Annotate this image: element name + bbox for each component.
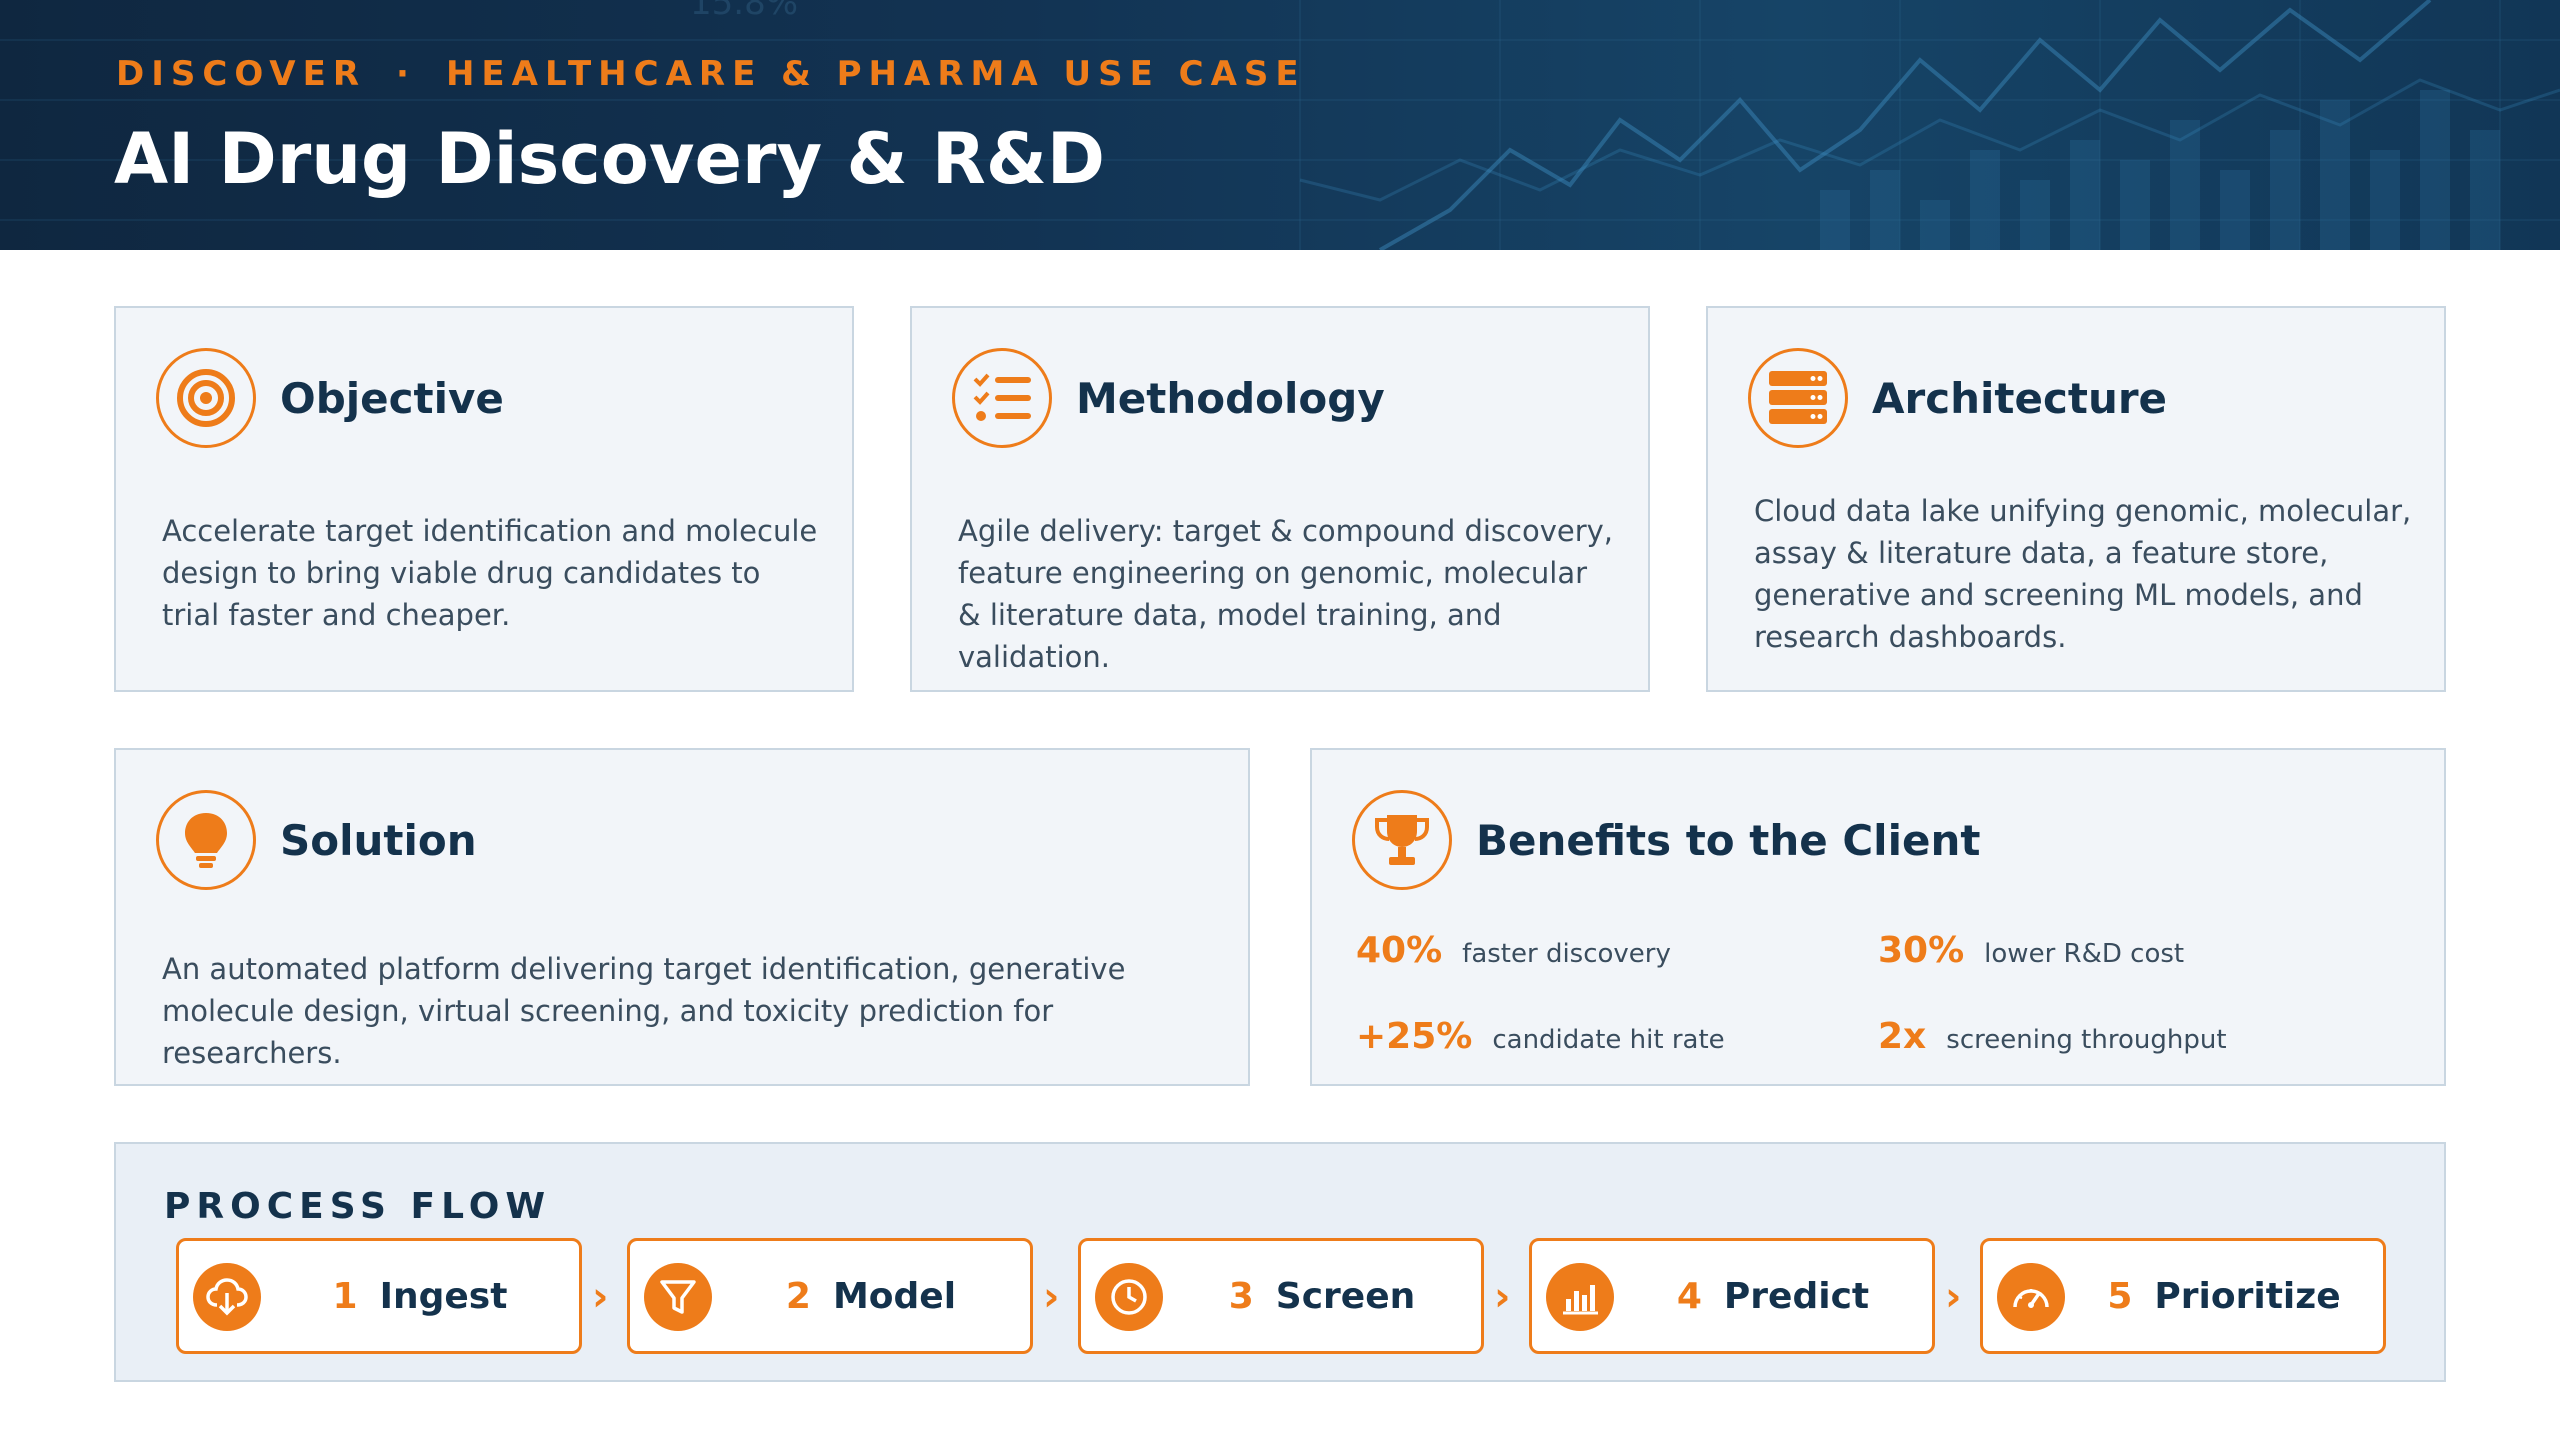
process-step-screen[interactable]: 3 Screen — [1078, 1238, 1484, 1354]
architecture-card: Architecture Cloud data lake unifying ge… — [1706, 306, 2446, 692]
process-arrow: › — [1043, 1274, 1060, 1320]
methodology-text: Agile delivery: target & compound discov… — [958, 514, 1614, 674]
step-number: 5 — [2107, 1275, 2133, 1317]
step-label: Ingest — [379, 1275, 508, 1317]
gauge-icon — [1997, 1263, 2065, 1331]
cloud-download-icon — [193, 1263, 261, 1331]
architecture-title: Architecture — [1872, 374, 2168, 423]
lightbulb-icon — [156, 790, 256, 890]
metric-faster-discovery: 40% faster discovery — [1356, 930, 1671, 971]
kicker-use-case: HEALTHCARE & PHARMA USE CASE — [445, 54, 1306, 94]
metric-value: 2x — [1878, 1016, 1927, 1057]
metric-label: faster discovery — [1462, 939, 1671, 969]
process-step-prioritize[interactable]: 5 Prioritize — [1980, 1238, 2386, 1354]
step-label: Predict — [1723, 1275, 1870, 1317]
metric-screening-throughput: 2x screening throughput — [1878, 1016, 2227, 1057]
step-number: 1 — [332, 1275, 358, 1317]
step-number: 2 — [785, 1275, 811, 1317]
metric-value: +25% — [1356, 1016, 1473, 1057]
benefits-title: Benefits to the Client — [1476, 816, 1981, 865]
metric-lower-rd-cost: 30% lower R&D cost — [1878, 930, 2184, 971]
benefits-card: Benefits to the Client 40% faster discov… — [1310, 748, 2446, 1086]
objective-card: Objective Accelerate target identificati… — [114, 306, 854, 692]
metric-label: screening throughput — [1946, 1025, 2227, 1055]
process-step-model[interactable]: 2 Model — [627, 1238, 1033, 1354]
header-kicker: DISCOVER · HEALTHCARE & PHARMA USE CASE — [116, 54, 1306, 94]
kicker-section: DISCOVER — [116, 54, 367, 94]
metric-value: 40% — [1356, 930, 1443, 971]
architecture-text: Cloud data lake unifying genomic, molecu… — [1754, 494, 2412, 654]
step-label: Prioritize — [2154, 1275, 2341, 1317]
server-icon — [1748, 348, 1848, 448]
process-flow-title: PROCESS FLOW — [164, 1186, 552, 1227]
kicker-separator: · — [396, 54, 416, 94]
bar-chart-icon — [1546, 1263, 1614, 1331]
trophy-icon — [1352, 790, 1452, 890]
solution-title: Solution — [280, 816, 477, 865]
methodology-title: Methodology — [1076, 374, 1385, 423]
metric-candidate-hit-rate: +25% candidate hit rate — [1356, 1016, 1725, 1057]
metric-label: candidate hit rate — [1492, 1025, 1725, 1055]
funnel-icon — [644, 1263, 712, 1331]
objective-text: Accelerate target identification and mol… — [162, 514, 818, 632]
step-label: Model — [832, 1275, 957, 1317]
process-arrow: › — [1945, 1274, 1962, 1320]
process-arrow: › — [592, 1274, 609, 1320]
step-number: 3 — [1228, 1275, 1254, 1317]
process-arrow: › — [1494, 1274, 1511, 1320]
solution-text: An automated platform delivering target … — [162, 952, 1126, 1070]
step-number: 4 — [1676, 1275, 1702, 1317]
solution-card: Solution An automated platform deliverin… — [114, 748, 1250, 1086]
step-label: Screen — [1275, 1275, 1416, 1317]
header-banner: 15.8% DISCOVER · HEALTHCARE & PHARMA USE C… — [0, 0, 2560, 250]
header-watermark: 15.8% — [690, 0, 798, 23]
metric-value: 30% — [1878, 930, 1965, 971]
process-flow-panel: PROCESS FLOW 1 Ingest › 2 Model › 3 Scre… — [114, 1142, 2446, 1382]
process-step-ingest[interactable]: 1 Ingest — [176, 1238, 582, 1354]
clock-icon — [1095, 1263, 1163, 1331]
target-icon — [156, 348, 256, 448]
methodology-card: Methodology Agile delivery: target & com… — [910, 306, 1650, 692]
objective-title: Objective — [280, 374, 504, 423]
process-step-predict[interactable]: 4 Predict — [1529, 1238, 1935, 1354]
page-title: AI Drug Discovery & R&D — [114, 118, 1105, 200]
checklist-icon — [952, 348, 1052, 448]
metric-label: lower R&D cost — [1984, 939, 2185, 969]
